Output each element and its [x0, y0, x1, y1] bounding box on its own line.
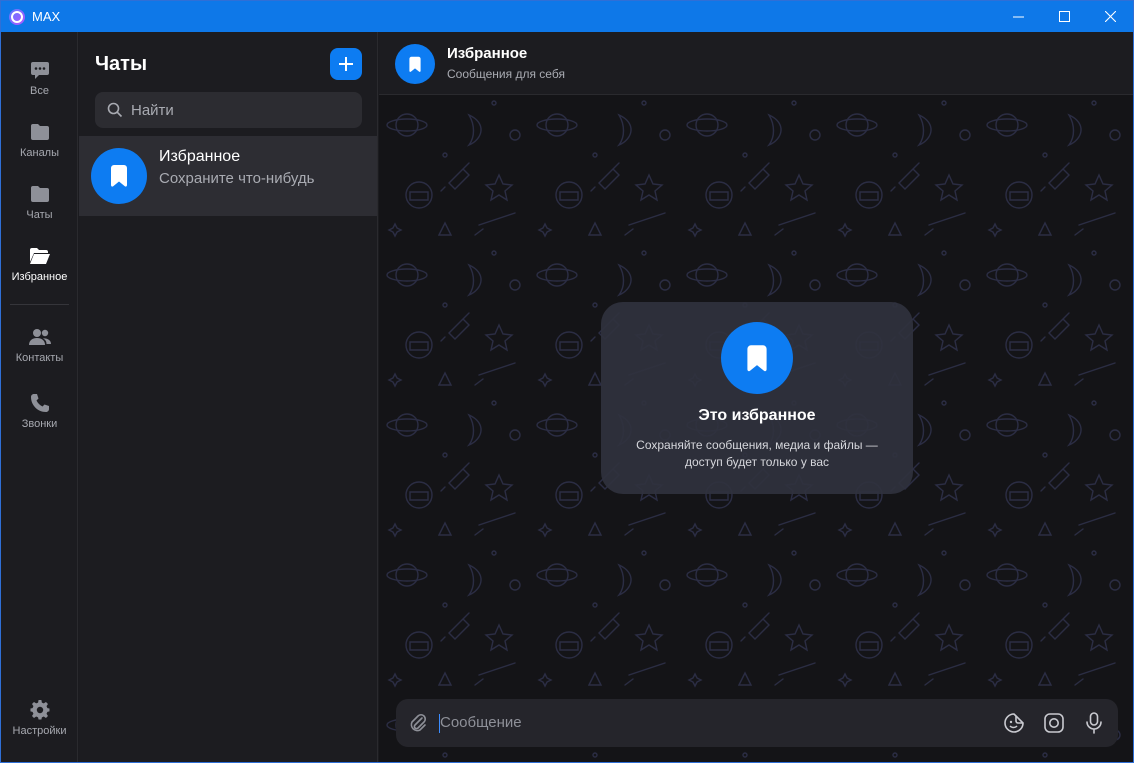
rail-label: Контакты	[15, 352, 64, 364]
conversation-pane: Избранное Сообщения для себя Это избранн…	[379, 32, 1133, 762]
contacts-icon	[28, 326, 51, 348]
rail-label: Все	[30, 85, 49, 97]
sticker-icon	[1004, 713, 1024, 733]
search-icon	[107, 102, 123, 118]
sticker-button[interactable]	[1002, 711, 1026, 735]
bookmark-icon	[747, 344, 767, 371]
conversation-title: Избранное	[447, 45, 528, 62]
phone-icon	[29, 392, 51, 414]
rail-label: Чаты	[26, 209, 53, 221]
app-window: MAX Все Каналы Чаты Избранное Контакты З…	[0, 0, 1134, 763]
avatar	[395, 44, 435, 84]
rail-item-all[interactable]: Все	[1, 59, 78, 97]
voice-button[interactable]	[1082, 711, 1106, 735]
search-placeholder: Найти	[131, 101, 174, 119]
empty-state-text: Сохраняйте сообщения, медиа и файлы — до…	[636, 438, 878, 469]
folder-open-icon	[29, 245, 51, 267]
camera-icon	[1044, 713, 1064, 733]
window-controls	[995, 1, 1133, 32]
maximize-icon	[1058, 11, 1070, 22]
chat-bubble-icon	[29, 59, 51, 81]
chat-name: Избранное	[159, 148, 241, 165]
title-bar: MAX	[1, 1, 1133, 32]
rail-item-favorites[interactable]: Избранное	[1, 245, 78, 283]
close-button[interactable]	[1087, 1, 1133, 32]
rail-item-settings[interactable]: Настройки	[1, 699, 78, 737]
rail-divider	[10, 304, 69, 305]
maximize-button[interactable]	[1041, 1, 1087, 32]
rail-item-channels[interactable]: Каналы	[1, 121, 78, 159]
rail-label: Звонки	[21, 418, 58, 430]
favorites-badge	[721, 322, 793, 394]
attach-button[interactable]	[408, 712, 428, 739]
minimize-button[interactable]	[995, 1, 1041, 32]
empty-state-title: Это избранное	[698, 407, 816, 424]
paperclip-icon	[410, 713, 427, 732]
search-input[interactable]: Найти	[95, 92, 362, 128]
message-input[interactable]: Сообщение	[440, 714, 522, 731]
new-chat-button[interactable]	[330, 48, 362, 80]
chat-list-title: Чаты	[95, 53, 148, 75]
plus-icon	[339, 57, 353, 71]
rail-item-calls[interactable]: Звонки	[1, 392, 78, 430]
gear-icon	[29, 699, 51, 721]
minimize-icon	[1012, 16, 1024, 18]
folder-rail: Все Каналы Чаты Избранное Контакты Звонк…	[1, 32, 78, 762]
conversation-header[interactable]: Избранное Сообщения для себя	[379, 32, 1133, 95]
microphone-icon	[1086, 712, 1102, 734]
bookmark-icon	[409, 56, 421, 72]
rail-label: Настройки	[12, 725, 67, 737]
conversation-subtitle: Сообщения для себя	[447, 67, 565, 81]
camera-button[interactable]	[1042, 711, 1066, 735]
folder-icon	[29, 183, 51, 205]
message-composer[interactable]: Сообщение	[396, 699, 1118, 747]
app-logo-icon	[9, 8, 25, 25]
rail-item-contacts[interactable]: Контакты	[1, 326, 78, 364]
close-icon	[1104, 11, 1116, 22]
chat-list-panel: Чаты Найти Избранное Сохраните что-нибуд…	[79, 32, 378, 762]
rail-item-chats[interactable]: Чаты	[1, 183, 78, 221]
folder-icon	[29, 121, 51, 143]
chat-list-item[interactable]: Избранное Сохраните что-нибудь	[79, 136, 377, 216]
bookmark-icon	[111, 165, 127, 187]
rail-label: Каналы	[19, 147, 60, 159]
app-title: MAX	[32, 9, 61, 24]
chat-preview: Сохраните что-нибудь	[159, 170, 315, 187]
empty-state-card: Это избранное Сохраняйте сообщения, меди…	[601, 302, 913, 494]
avatar	[91, 148, 147, 204]
rail-label: Избранное	[11, 271, 68, 283]
